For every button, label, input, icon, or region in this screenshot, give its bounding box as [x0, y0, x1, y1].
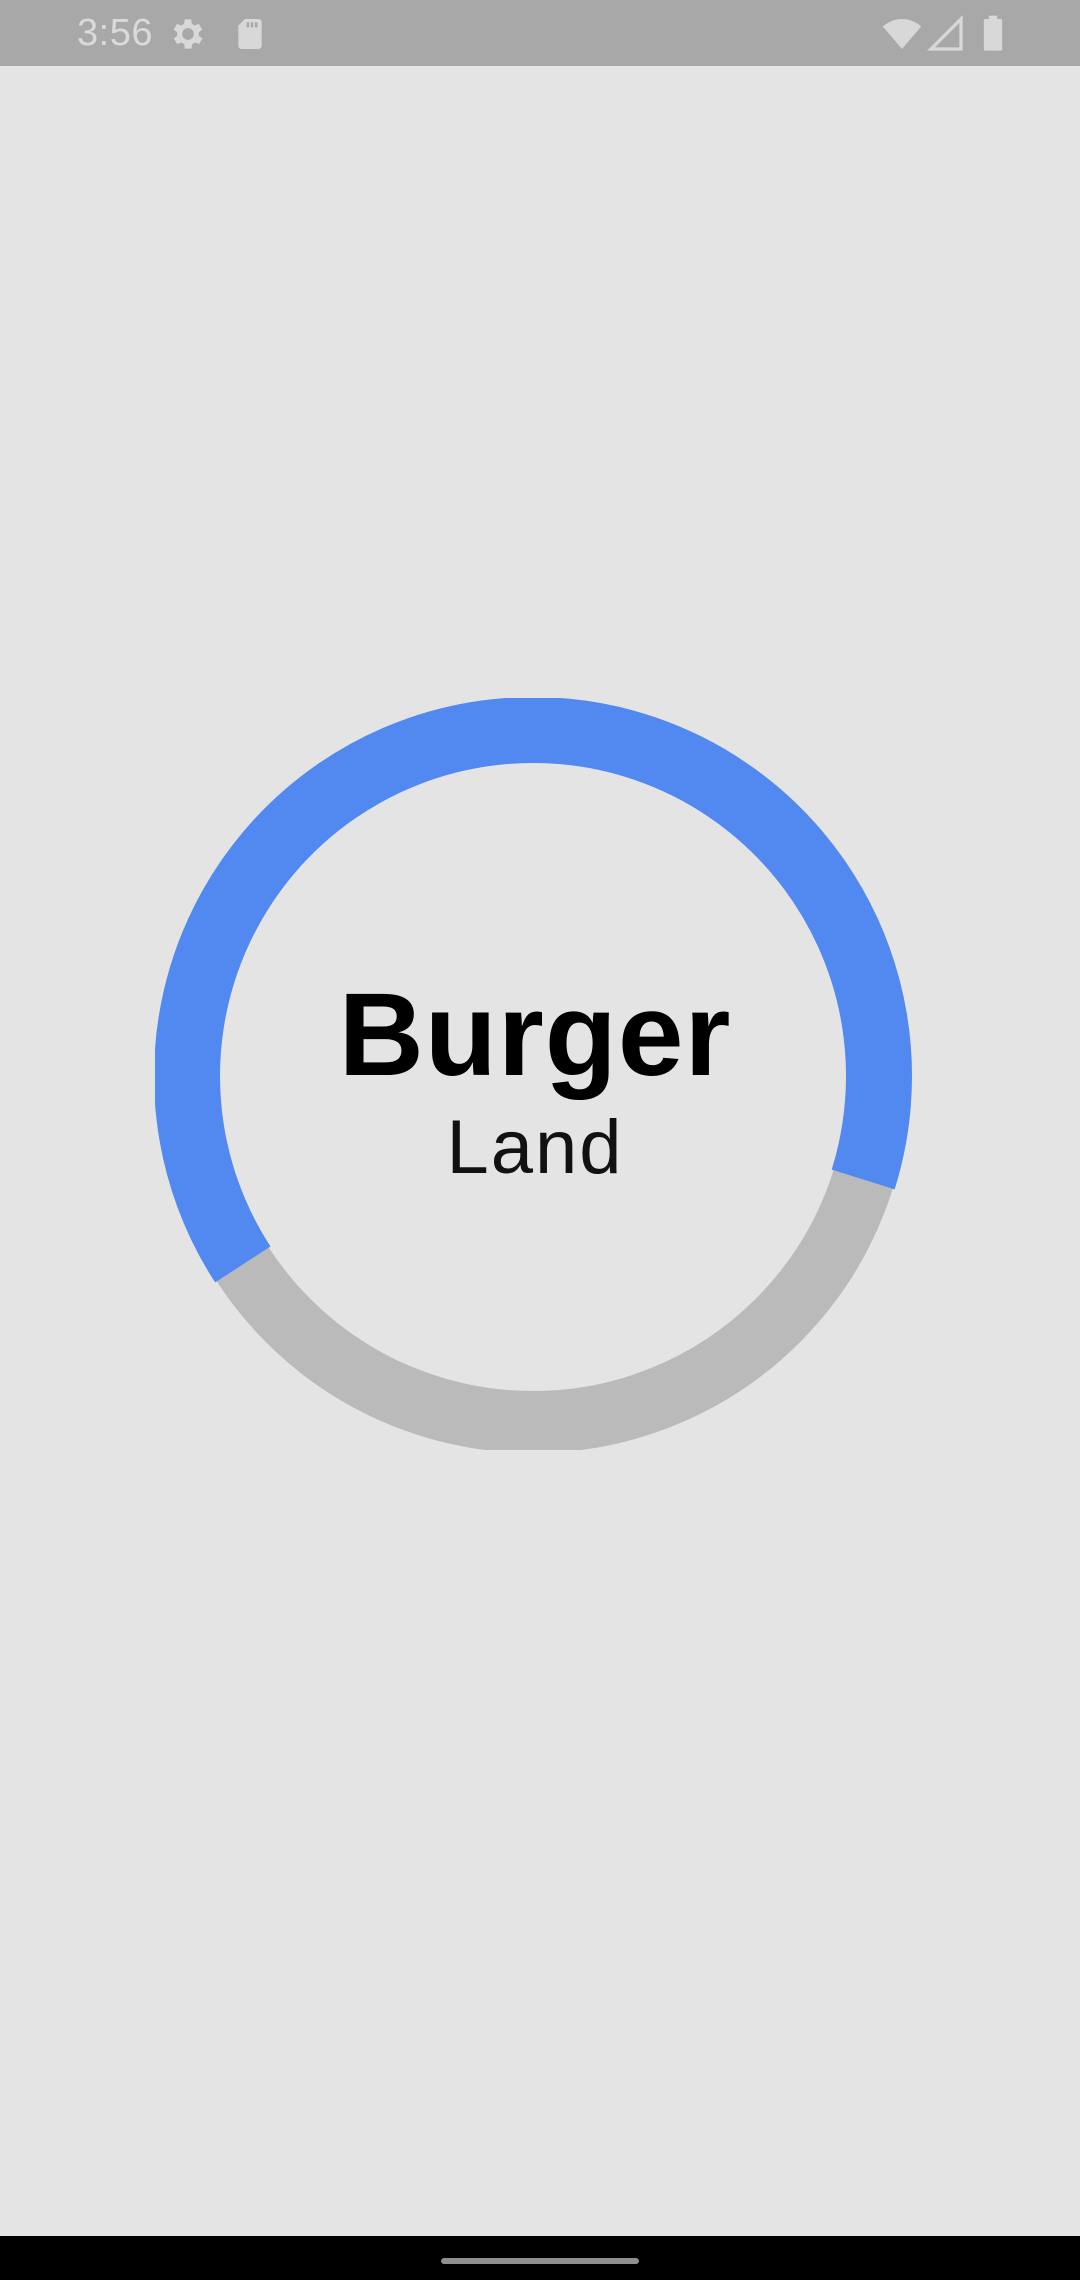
- wifi-icon: [880, 14, 924, 54]
- sd-card-icon: [230, 14, 270, 54]
- page-subtitle: Land: [446, 1105, 624, 1190]
- status-time: 3:56: [77, 12, 153, 54]
- home-gesture-handle[interactable]: [441, 2258, 639, 2264]
- gear-icon: [168, 14, 208, 54]
- status-bar: 3:56: [0, 0, 1080, 66]
- battery-icon: [976, 14, 1010, 54]
- navigation-bar: [0, 2236, 1080, 2280]
- page-title: Burger: [338, 969, 732, 1101]
- cellular-signal-icon: [926, 14, 966, 54]
